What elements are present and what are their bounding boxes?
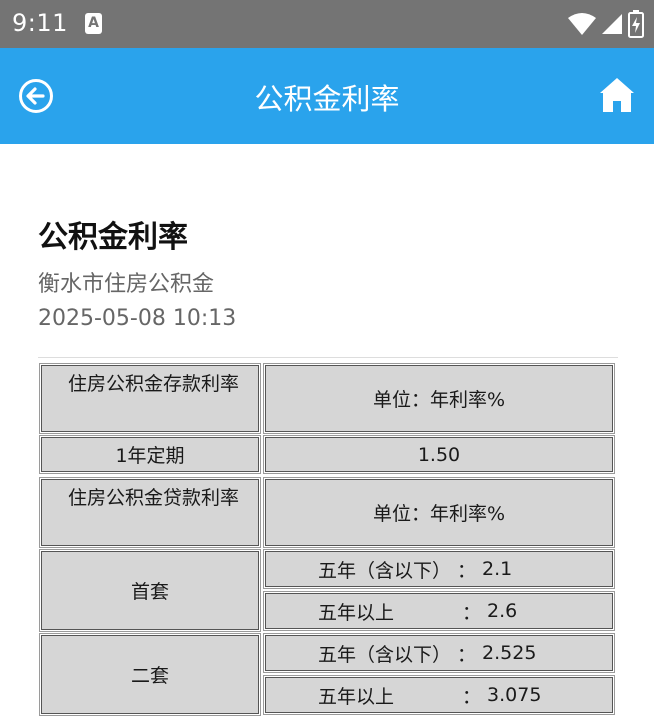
divider — [38, 357, 618, 358]
rate-value: 3.075 — [487, 684, 542, 706]
first-home-row-2: 五年以上 ： 2.6 — [263, 591, 615, 631]
status-time: 9:11 — [12, 9, 68, 37]
article-source: 衡水市住房公积金 — [38, 272, 215, 297]
signal-icon — [602, 14, 622, 34]
rate-value: 2.6 — [487, 600, 518, 622]
status-icons — [568, 9, 644, 39]
notification-icon: A — [85, 13, 102, 34]
rate-term: 五年（含以下） — [318, 559, 452, 582]
rate-term: 五年以上 — [318, 685, 395, 708]
loan-header-cell: 住房公积金贷款利率 — [39, 477, 261, 548]
article-date: 2025-05-08 10:13 — [38, 306, 237, 331]
second-home-row-1: 五年（含以下） ： 2.525 — [263, 633, 615, 673]
wifi-icon — [568, 13, 596, 35]
rate-value: 2.525 — [482, 642, 537, 664]
rate-value: 2.1 — [482, 558, 513, 580]
rate-term: 五年（含以下） — [318, 643, 452, 666]
status-bar: 9:11 A — [0, 0, 654, 48]
second-home-row-2: 五年以上 ： 3.075 — [263, 675, 615, 715]
first-home-label-cell: 首套 — [39, 549, 261, 632]
app-bar: 公积金利率 — [0, 48, 654, 144]
rate-separator: ： — [462, 685, 482, 708]
rate-term: 五年以上 — [318, 601, 395, 624]
first-home-row-1: 五年（含以下） ： 2.1 — [263, 549, 615, 589]
rate-separator: ： — [457, 559, 477, 582]
article-title: 公积金利率 — [38, 220, 188, 255]
deposit-unit-cell: 单位：年利率% — [263, 363, 615, 434]
battery-icon — [628, 10, 644, 38]
loan-unit-cell: 单位：年利率% — [263, 477, 615, 548]
rate-separator: ： — [457, 643, 477, 666]
deposit-header-cell: 住房公积金存款利率 — [39, 363, 261, 434]
content-area: 公积金利率 衡水市住房公积金 2025-05-08 10:13 住房公积金存款利… — [0, 144, 654, 720]
rate-separator: ： — [462, 601, 482, 624]
second-home-label-cell: 二套 — [39, 633, 261, 716]
deposit-term-cell: 1年定期 — [39, 435, 261, 474]
deposit-rate-cell: 1.50 — [263, 435, 615, 474]
app-title: 公积金利率 — [254, 82, 400, 116]
home-icon[interactable] — [598, 76, 636, 114]
